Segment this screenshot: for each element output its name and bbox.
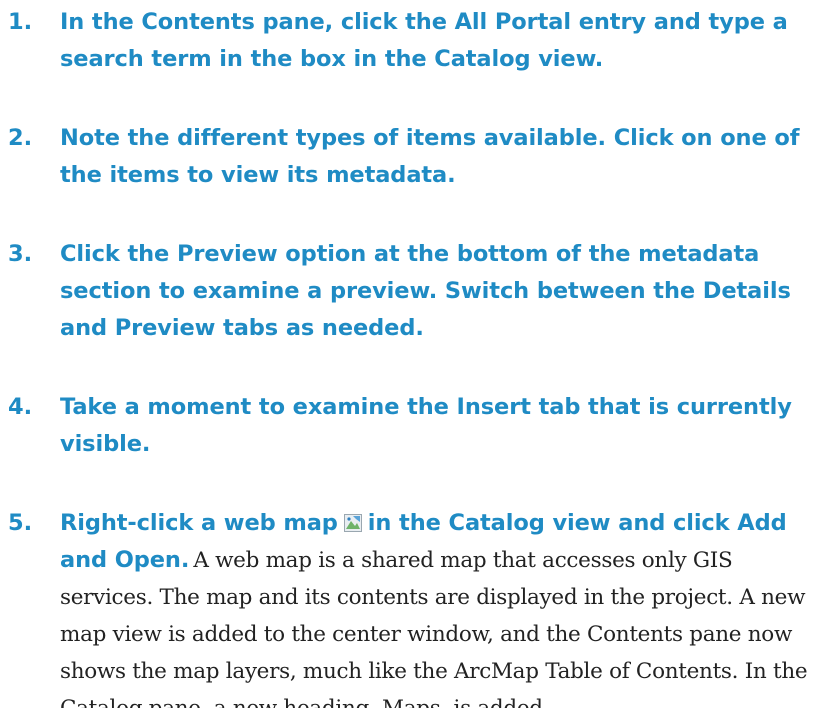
step-instruction-before-icon: Right-click a web map [60,510,338,536]
step-body: Note the different types of items availa… [60,120,820,194]
step-number: 3. [8,241,33,267]
step-body: Click the Preview option at the bottom o… [60,236,820,347]
step-number: 1. [8,9,33,35]
step-body: Right-click a web map in the Catalog vie… [60,505,820,708]
step-body: Take a moment to examine the Insert tab … [60,389,820,463]
step-number: 2. [8,125,33,151]
step-instruction: Take a moment to examine the Insert tab … [60,394,792,457]
step-body: In the Contents pane, click the All Port… [60,4,820,78]
step-number: 4. [8,394,33,420]
instruction-page: 1. In the Contents pane, click the All P… [0,0,831,708]
step-instruction: Note the different types of items availa… [60,125,800,188]
step-number: 5. [8,510,33,536]
web-map-icon [343,514,362,532]
step-instruction: Click the Preview option at the bottom o… [60,241,791,341]
step-instruction: In the Contents pane, click the All Port… [60,9,788,72]
